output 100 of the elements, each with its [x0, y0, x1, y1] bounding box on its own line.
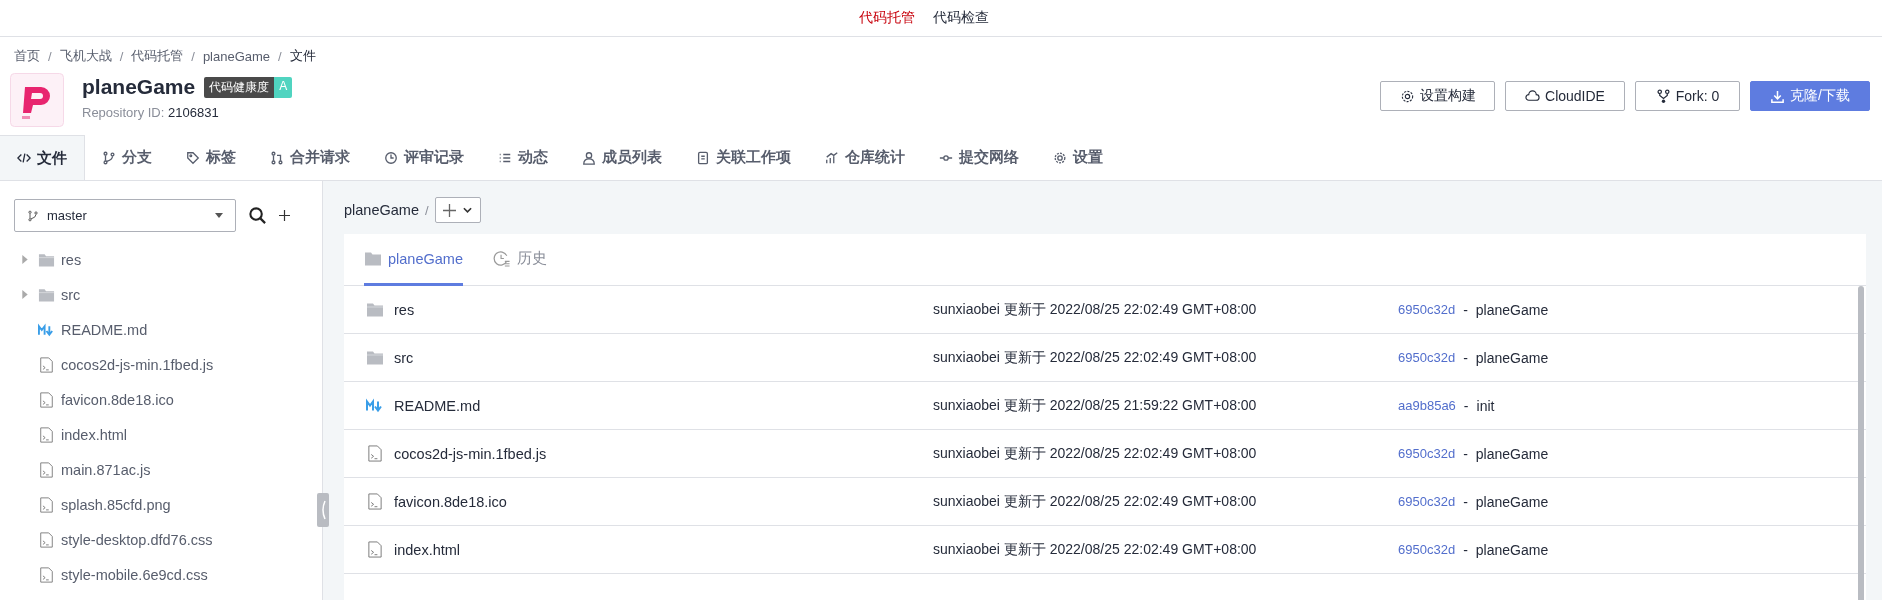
- top-nav-link[interactable]: 代码检查: [932, 9, 989, 27]
- repo-id-label: Repository ID:: [82, 105, 165, 120]
- tree-item[interactable]: style-mobile.6e9cd.css: [22, 557, 208, 592]
- file-name-link[interactable]: index.html: [394, 541, 461, 558]
- nav-tab[interactable]: 提交网络: [922, 135, 1036, 180]
- repo-id: 2106831: [168, 105, 219, 120]
- panel-tab[interactable]: 历史: [492, 234, 547, 286]
- updated-text: sunxiaobei 更新于 2022/08/25 22:02:49 GMT+08:00: [933, 540, 1258, 559]
- updated-text: sunxiaobei 更新于 2022/08/25 21:59:22 GMT+08:00: [933, 396, 1258, 415]
- commit-separator: -: [1463, 397, 1469, 414]
- tree-item[interactable]: favicon.8de18.ico: [22, 382, 174, 417]
- tree-item[interactable]: README.md: [22, 312, 148, 347]
- commit-separator: -: [1463, 349, 1468, 366]
- file-name-link[interactable]: favicon.8de18.ico: [394, 493, 507, 510]
- repo-logo-icon: [10, 73, 64, 127]
- tree-item[interactable]: main.871ac.js: [22, 452, 151, 487]
- path-separator: /: [424, 202, 429, 218]
- folder-icon: [366, 349, 384, 366]
- file-name-link[interactable]: src: [394, 349, 414, 366]
- file-icon: [38, 496, 55, 513]
- nav-tab[interactable]: 设置: [1036, 135, 1120, 180]
- commit-message: planeGame: [1475, 493, 1549, 510]
- file-icon: [38, 461, 55, 478]
- folder-icon: [366, 301, 384, 318]
- breadcrumb-separator: /: [278, 48, 282, 64]
- nav-tab[interactable]: 标签: [169, 135, 253, 180]
- nav-tab[interactable]: 关联工作项: [679, 135, 808, 180]
- tree-item[interactable]: style-desktop.dfd76.css: [22, 522, 213, 557]
- document-icon: [696, 150, 710, 165]
- file-icon: [38, 426, 55, 443]
- tree-item[interactable]: splash.85cfd.png: [22, 487, 171, 522]
- file-icon: [38, 566, 55, 583]
- expand-arrow-icon[interactable]: [22, 255, 28, 264]
- breadcrumb-separator: /: [191, 48, 195, 64]
- updated-text: sunxiaobei 更新于 2022/08/25 22:02:49 GMT+08:00: [933, 444, 1258, 463]
- nav-tab[interactable]: 仓库统计: [808, 135, 922, 180]
- updated-text: sunxiaobei 更新于 2022/08/25 22:02:49 GMT+08:00: [933, 492, 1258, 511]
- breadcrumb-separator: /: [48, 48, 52, 64]
- commit-separator: -: [1463, 493, 1468, 510]
- breadcrumb-link[interactable]: 首页: [14, 47, 40, 65]
- breadcrumb-link[interactable]: planeGame: [202, 48, 271, 64]
- add-icon[interactable]: [279, 210, 290, 221]
- markdown-icon: [366, 397, 384, 414]
- action-button[interactable]: Fork: 0: [1635, 81, 1740, 111]
- file-name-link[interactable]: README.md: [394, 397, 481, 414]
- commit-message: planeGame: [1475, 349, 1549, 366]
- top-nav-link[interactable]: 代码托管: [858, 9, 915, 27]
- commit-hash-link[interactable]: 6950c32d: [1398, 542, 1456, 557]
- nav-tab[interactable]: 文件: [0, 135, 85, 180]
- file-icon: [366, 445, 384, 462]
- file-icon: [38, 391, 55, 408]
- breadcrumb-link[interactable]: 文件: [289, 47, 316, 65]
- path-root[interactable]: planeGame: [344, 202, 419, 218]
- branch-icon: [102, 150, 116, 165]
- clock-icon: [384, 150, 398, 165]
- nav-tab[interactable]: 成员列表: [565, 135, 679, 180]
- scrollbar[interactable]: [1858, 286, 1864, 600]
- commit-hash-link[interactable]: 6950c32d: [1398, 494, 1456, 509]
- history-icon: [492, 250, 511, 267]
- action-button[interactable]: CloudIDE: [1505, 81, 1625, 111]
- commit-hash-link[interactable]: 6950c32d: [1398, 350, 1456, 365]
- breadcrumb-link[interactable]: 代码托管: [131, 47, 184, 65]
- search-icon[interactable]: [248, 206, 267, 225]
- markdown-icon: [38, 321, 55, 338]
- tree-item[interactable]: src: [22, 277, 81, 312]
- cloud-icon: [1525, 88, 1541, 104]
- gear-icon: [1399, 88, 1415, 104]
- folder-icon: [38, 286, 55, 303]
- file-icon: [38, 356, 55, 373]
- commit-message: init: [1476, 397, 1495, 414]
- download-icon: [1770, 88, 1786, 104]
- nav-tab[interactable]: 动态: [481, 135, 565, 180]
- add-dropdown-button[interactable]: [434, 197, 481, 223]
- nav-tab[interactable]: 合并请求: [253, 135, 367, 180]
- branch-select[interactable]: master: [14, 199, 236, 232]
- chevron-down-icon: [463, 207, 473, 213]
- tree-item[interactable]: index.html: [22, 417, 128, 452]
- repo-name: planeGame: [82, 75, 196, 99]
- branch-icon: [27, 209, 39, 222]
- merge-icon: [270, 150, 284, 165]
- add-icon: [443, 203, 457, 217]
- tree-item[interactable]: cocos2d-js-min.1fbed.js: [22, 347, 214, 382]
- collapse-handle-icon[interactable]: [317, 493, 329, 527]
- file-name-link[interactable]: res: [394, 301, 415, 318]
- tree-item[interactable]: res: [22, 242, 82, 277]
- action-button[interactable]: 设置构建: [1380, 81, 1495, 111]
- breadcrumb-link[interactable]: 飞机大战: [59, 47, 112, 65]
- commit-separator: -: [1463, 301, 1468, 318]
- commit-hash-link[interactable]: 6950c32d: [1398, 302, 1456, 317]
- folder-icon: [38, 251, 55, 268]
- panel-tab[interactable]: planeGame: [364, 234, 463, 286]
- fork-icon: [1655, 88, 1671, 104]
- folder-icon: [364, 250, 382, 267]
- action-button[interactable]: 克隆/下载: [1750, 81, 1870, 111]
- nav-tab[interactable]: 评审记录: [367, 135, 481, 180]
- expand-arrow-icon[interactable]: [22, 290, 28, 299]
- file-name-link[interactable]: cocos2d-js-min.1fbed.js: [394, 445, 547, 462]
- commit-hash-link[interactable]: aa9b85a6: [1398, 398, 1456, 413]
- commit-hash-link[interactable]: 6950c32d: [1398, 446, 1456, 461]
- nav-tab[interactable]: 分支: [85, 135, 169, 180]
